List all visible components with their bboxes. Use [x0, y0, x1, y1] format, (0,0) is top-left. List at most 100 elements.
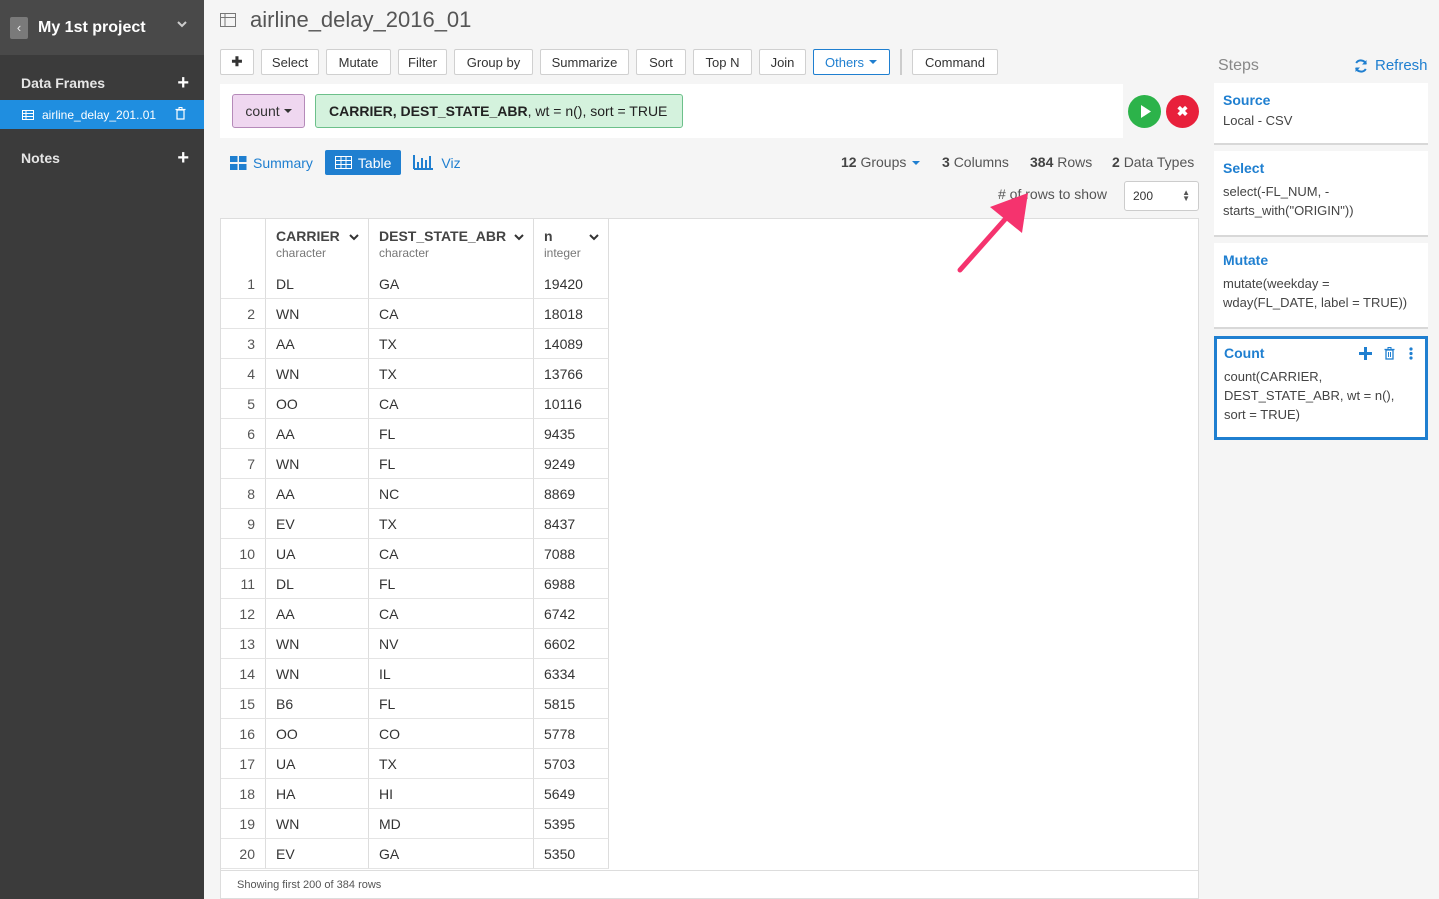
tab-summary-label: Summary [253, 154, 313, 171]
mutate-button[interactable]: Mutate [326, 49, 391, 75]
add-data-frame-icon[interactable]: + [177, 73, 189, 93]
cell-carrier: AA [266, 419, 369, 449]
columns-label: Columns [953, 154, 1009, 170]
sort-button[interactable]: Sort [636, 49, 686, 75]
data-types-value: 2 [1112, 154, 1120, 170]
app-root: ‹ My 1st project Data Frames + airline_d… [0, 0, 1439, 899]
cell-carrier: WN [266, 449, 369, 479]
chevron-down-icon[interactable] [176, 18, 188, 30]
group-by-button[interactable]: Group by [454, 49, 533, 75]
refresh-icon [1355, 58, 1367, 73]
cell-carrier: AA [266, 599, 369, 629]
column-header-dest-state-abr[interactable]: DEST_STATE_ABR character [369, 219, 534, 269]
function-dropdown[interactable]: count [232, 94, 305, 128]
tab-viz[interactable]: Viz [413, 150, 461, 175]
sidebar: ‹ My 1st project Data Frames + airline_d… [0, 0, 204, 899]
command-panel: count CARRIER, DEST_STATE_ABR, wt = n(),… [220, 84, 1123, 138]
more-vertical-icon[interactable] [1409, 347, 1413, 360]
table-row: 14 WN IL 6334 [221, 659, 609, 689]
step-name: Source [1223, 92, 1271, 108]
rows-to-show-select[interactable]: 200 ▲ ▼ [1124, 181, 1199, 211]
row-index: 13 [221, 629, 266, 659]
cell-carrier: B6 [266, 689, 369, 719]
groups-count: 12 [841, 154, 857, 170]
top-n-button[interactable]: Top N [693, 49, 752, 75]
step-select[interactable]: Select select(-FL_NUM, -starts_with("ORI… [1214, 151, 1428, 237]
row-index: 14 [221, 659, 266, 689]
cell-carrier: DL [266, 269, 369, 299]
table-icon [334, 156, 352, 169]
cell-dest-state-abr: FL [369, 419, 534, 449]
table-icon [22, 109, 34, 120]
table-row: 6 AA FL 9435 [221, 419, 609, 449]
refresh-button[interactable]: Refresh [1354, 57, 1428, 74]
trash-icon[interactable] [175, 107, 186, 120]
cell-n: 8437 [534, 509, 609, 539]
step-name: Mutate [1223, 252, 1269, 268]
data-types-count: 2 Data Types [1112, 154, 1194, 170]
caret-down-icon [869, 60, 877, 64]
step-body: mutate(weekday = wday(FL_DATE, label = T… [1223, 276, 1408, 310]
others-dropdown-button[interactable]: Others [813, 49, 890, 75]
table-footer: Showing first 200 of 384 rows [221, 870, 1198, 898]
row-index: 16 [221, 719, 266, 749]
table-row: 11 DL FL 6988 [221, 569, 609, 599]
step-source[interactable]: Source Local - CSV [1214, 83, 1428, 145]
column-header-carrier[interactable]: CARRIER character [266, 219, 369, 269]
chevron-down-icon[interactable] [348, 232, 360, 242]
join-button[interactable]: Join [759, 49, 806, 75]
summarize-button[interactable]: Summarize [540, 49, 629, 75]
groups-dropdown[interactable]: 12 Groups [841, 154, 921, 170]
cell-dest-state-abr: TX [369, 509, 534, 539]
step-count[interactable]: Count count(CARRIER, DEST_STATE_ABR, wt … [1214, 336, 1428, 440]
table-row: 15 B6 FL 5815 [221, 689, 609, 719]
row-index: 11 [221, 569, 266, 599]
cell-n: 14089 [534, 329, 609, 359]
rows-to-show-value: 200 [1133, 189, 1154, 203]
tab-summary[interactable]: Summary [230, 150, 313, 175]
step-mutate[interactable]: Mutate mutate(weekday = wday(FL_DATE, la… [1214, 243, 1428, 329]
cell-carrier: HA [266, 779, 369, 809]
row-index: 5 [221, 389, 266, 419]
select-button[interactable]: Select [261, 49, 319, 75]
step-body: Local - CSV [1223, 113, 1293, 128]
cell-dest-state-abr: CA [369, 299, 534, 329]
add-note-icon[interactable]: + [177, 148, 189, 168]
command-args-input[interactable]: CARRIER, DEST_STATE_ABR, wt = n(), sort … [315, 94, 683, 128]
table-row: 10 UA CA 7088 [221, 539, 609, 569]
run-button[interactable] [1128, 95, 1161, 128]
cell-n: 5703 [534, 749, 609, 779]
tab-table-label: Table [357, 154, 392, 171]
groups-label: Groups [860, 154, 907, 170]
project-header[interactable]: ‹ My 1st project [0, 0, 204, 55]
data-types-label: Data Types [1123, 154, 1195, 170]
sidebar-item-data-frame[interactable]: airline_delay_201..01 [0, 100, 204, 129]
cell-dest-state-abr: CA [369, 599, 534, 629]
cell-dest-state-abr: CO [369, 719, 534, 749]
command-button[interactable]: Command [912, 49, 998, 75]
add-step-button[interactable]: ✚ [220, 49, 254, 75]
chevron-down-icon[interactable] [513, 232, 525, 242]
cell-n: 6742 [534, 599, 609, 629]
columns-count-value: 3 [942, 154, 950, 170]
data-frame-label: airline_delay_201..01 [42, 107, 157, 122]
others-label: Others [824, 54, 864, 70]
back-icon[interactable]: ‹ [10, 16, 28, 39]
select-arrows-icon: ▲ ▼ [1182, 188, 1190, 203]
step-body: select(-FL_NUM, -starts_with("ORIGIN")) [1223, 184, 1354, 218]
tab-table[interactable]: Table [324, 150, 402, 175]
cell-carrier: UA [266, 539, 369, 569]
plus-icon[interactable] [1359, 347, 1372, 360]
column-header-n[interactable]: n integer [534, 219, 609, 269]
cell-dest-state-abr: CA [369, 389, 534, 419]
rows-label: Rows [1057, 154, 1093, 170]
cancel-button[interactable]: ✖ [1166, 95, 1199, 128]
filter-button[interactable]: Filter [398, 49, 447, 75]
caret-down-icon [283, 108, 292, 113]
trash-icon[interactable] [1384, 347, 1395, 360]
cell-dest-state-abr: TX [369, 749, 534, 779]
table-icon [220, 13, 236, 27]
rows-count: 384 Rows [1030, 154, 1092, 170]
table-row: 2 WN CA 18018 [221, 299, 609, 329]
chevron-down-icon[interactable] [588, 232, 600, 242]
